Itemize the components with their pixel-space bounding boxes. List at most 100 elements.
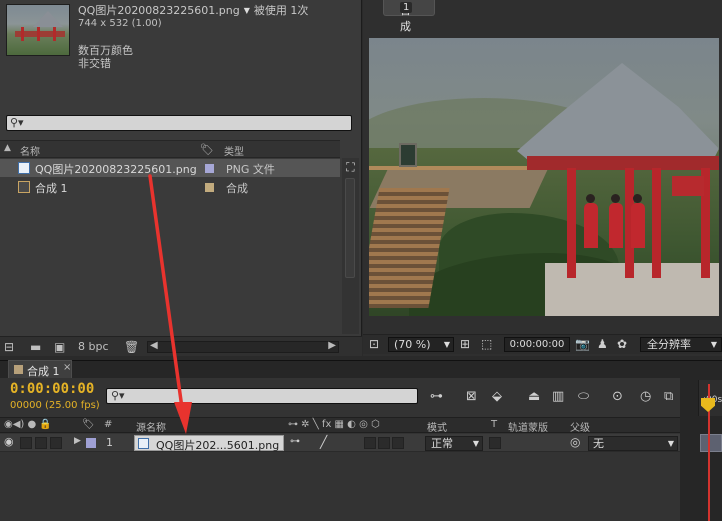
stopwatch-icon[interactable]: ◷	[640, 389, 651, 404]
new-folder-icon[interactable]: ▬	[30, 340, 41, 354]
project-item-composition[interactable]: 合成 1 合成	[0, 178, 340, 196]
label-color-swatch[interactable]	[205, 164, 214, 173]
av-features-icons[interactable]: ◉◀) ● 🔒	[4, 419, 52, 430]
graph-editor-icon[interactable]: ⧉	[664, 389, 673, 404]
project-item-name: 合成 1	[35, 182, 68, 195]
search-icon: ⚲▾	[10, 116, 24, 129]
composition-icon	[18, 181, 30, 193]
expand-triangle-icon[interactable]: ▶	[74, 436, 81, 446]
audio-toggle[interactable]	[20, 437, 32, 449]
timeline-tab-label: 合成 1	[27, 365, 60, 378]
timeline-current-time[interactable]: 0:00:00:00	[10, 381, 94, 397]
layer-switches-icons[interactable]: ⊶ ✲ ╲ fx ▦ ◐ ◎ ⬡	[288, 419, 380, 430]
pick-whip-icon[interactable]: ◎	[570, 435, 580, 449]
comp-mini-flowchart-icon[interactable]: ⊶	[430, 389, 443, 404]
viewer-current-time[interactable]: 0:00:00:00	[504, 337, 570, 352]
layer-duration-bar[interactable]	[700, 434, 722, 452]
layer-label-swatch[interactable]	[86, 438, 96, 448]
project-hscrollbar[interactable]: ◀ ▶	[147, 340, 339, 353]
column-track-matte-t[interactable]: T	[491, 419, 497, 430]
composition-label-swatch	[14, 365, 23, 374]
project-search-input[interactable]: ⚲▾	[6, 115, 352, 131]
3d-layer-switch[interactable]	[392, 437, 404, 449]
show-snapshot-icon[interactable]: ♟	[597, 337, 608, 351]
layer-source-name[interactable]: QQ图片202...5601.png	[134, 435, 284, 452]
always-preview-icon[interactable]: ⊡	[369, 337, 379, 351]
quality-switch-icon[interactable]: ╱	[320, 435, 327, 449]
chevron-down-icon: ▼	[443, 340, 450, 349]
interpret-footage-icon[interactable]: ⊟	[4, 340, 14, 354]
blend-mode-value: 正常	[431, 437, 453, 450]
resolution-value: 全分辨率	[647, 338, 691, 351]
magnification-value: (70 %)	[394, 338, 431, 351]
label-color-swatch[interactable]	[205, 183, 214, 192]
new-composition-icon[interactable]: ▣	[54, 340, 65, 354]
frame-blending-icon[interactable]: ⏏	[528, 389, 540, 404]
brainstorm-icon[interactable]: ⬭	[578, 389, 589, 404]
project-item-name: QQ图片20200823225601.png	[35, 163, 197, 176]
parent-dropdown[interactable]: 无 ▼	[588, 436, 678, 451]
column-number[interactable]: #	[104, 419, 112, 430]
snapshot-camera-icon[interactable]: 📷	[575, 337, 590, 351]
viewer-tab[interactable]: 合成 1	[383, 0, 435, 33]
footage-thumbnail	[6, 4, 70, 56]
image-file-icon	[18, 162, 30, 174]
mask-visibility-icon[interactable]: ⬚	[481, 337, 492, 351]
timeline-layer-row[interactable]: ◉ ▶ 1 QQ图片202...5601.png ⊶ ╱ 正常 ▼ ◎ 无 ▼	[0, 434, 680, 452]
scroll-right-icon[interactable]: ▶	[328, 340, 336, 351]
parent-value: 无	[593, 437, 604, 450]
label-tag-icon[interactable]: 🏷	[200, 143, 214, 156]
shy-switch-icon[interactable]: ⊶	[290, 436, 300, 447]
viewer-toolbar: ⊡ (70 %) ▼ ⊞ ⬚ 0:00:00:00 📷 ♟ ✿ 全分辨率 ▼	[363, 334, 722, 354]
label-tag-icon[interactable]: 🏷	[82, 419, 95, 430]
column-track-matte[interactable]: 轨道蒙版	[508, 419, 548, 434]
color-channels-icon[interactable]: ✿	[617, 337, 627, 351]
footage-info: QQ图片20200823225601.png ▼ 被使用 1次 744 x 53…	[78, 4, 308, 70]
timeline-column-header: ◉◀) ● 🔒 🏷 # 源名称 ⊶ ✲ ╲ fx ▦ ◐ ◎ ⬡ 模式 T 轨道…	[0, 417, 680, 434]
bit-depth-button[interactable]: 8 bpc	[78, 340, 109, 353]
draft-3d-icon[interactable]: ⊠	[466, 389, 477, 404]
timeline-search-input[interactable]: ⚲▾	[106, 388, 418, 404]
column-source-name[interactable]: 源名称	[136, 419, 166, 434]
auto-keyframe-icon[interactable]: ⊙	[612, 389, 623, 404]
close-icon[interactable]: ×	[63, 362, 71, 373]
adjustment-switch[interactable]	[378, 437, 390, 449]
project-item-footage[interactable]: QQ图片20200823225601.png PNG 文件	[0, 159, 340, 177]
timeline-frame-info: 00000 (25.00 fps)	[10, 400, 100, 411]
solo-toggle[interactable]	[35, 437, 47, 449]
chevron-down-icon: ▼	[710, 340, 717, 349]
project-column-header: ▲ 名称 🏷 类型	[0, 140, 340, 158]
project-item-type: 合成	[226, 182, 248, 195]
motion-blur-icon[interactable]: ▥	[552, 389, 564, 404]
chevron-down-icon[interactable]: ▼	[244, 4, 250, 17]
chevron-down-icon: ▼	[667, 439, 674, 448]
chevron-down-icon: ▼	[472, 439, 479, 448]
resolution-dropdown[interactable]: 全分辨率 ▼	[640, 337, 722, 352]
column-parent[interactable]: 父级	[570, 419, 590, 434]
timeline-tab-bar	[0, 360, 722, 378]
grid-guides-icon[interactable]: ⊞	[460, 337, 470, 351]
image-file-icon	[138, 438, 149, 449]
scrollbar-thumb[interactable]	[345, 178, 355, 278]
scroll-left-icon[interactable]: ◀	[150, 340, 158, 351]
flowchart-icon[interactable]: ⛶	[342, 158, 359, 176]
hide-shy-layers-icon[interactable]: ⬙	[492, 389, 502, 404]
column-type[interactable]: 类型	[224, 143, 244, 158]
viewer-tab-number: 1	[400, 2, 413, 13]
lock-toggle[interactable]	[50, 437, 62, 449]
footage-interlace: 非交错	[78, 57, 111, 70]
sort-icon[interactable]: ▲	[4, 143, 11, 153]
column-name[interactable]: 名称	[20, 143, 40, 158]
project-item-type: PNG 文件	[226, 163, 275, 176]
column-mode[interactable]: 模式	[427, 419, 447, 434]
timeline-tab[interactable]: 合成 1 ×	[8, 360, 72, 378]
blend-mode-dropdown[interactable]: 正常 ▼	[425, 436, 483, 451]
preserve-transparency-toggle[interactable]	[489, 437, 501, 449]
effect-switch[interactable]	[364, 437, 376, 449]
eye-icon[interactable]: ◉	[4, 435, 14, 448]
project-scrollbar[interactable]	[342, 158, 359, 334]
composition-frame-image[interactable]	[369, 38, 719, 316]
footage-usage: 被使用 1次	[253, 4, 309, 17]
trash-icon[interactable]: 🗑	[124, 340, 139, 354]
magnification-dropdown[interactable]: (70 %) ▼	[388, 337, 454, 352]
